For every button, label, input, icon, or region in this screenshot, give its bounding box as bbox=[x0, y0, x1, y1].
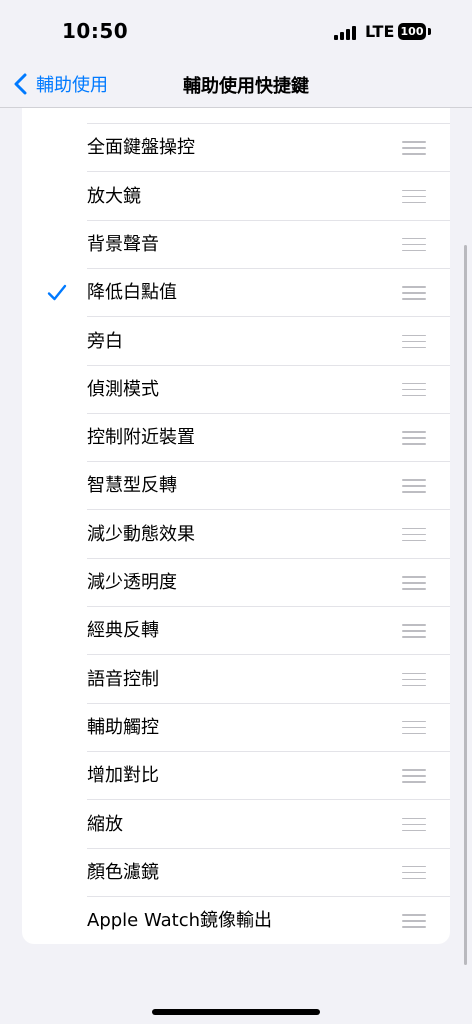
network-type: LTE bbox=[365, 22, 395, 41]
shortcut-row[interactable]: 顏色濾鏡 bbox=[22, 849, 450, 897]
shortcut-label: 全文字幕 bbox=[87, 107, 159, 124]
shortcut-label: 智慧型反轉 bbox=[87, 475, 177, 497]
shortcut-label: 偵測模式 bbox=[87, 378, 159, 400]
reorder-handle-icon[interactable] bbox=[402, 479, 426, 493]
status-bar: 10:50 LTE 100 bbox=[0, 0, 472, 62]
shortcut-label: 增加對比 bbox=[87, 765, 159, 787]
shortcut-label: 減少動態效果 bbox=[87, 523, 195, 545]
reorder-handle-icon[interactable] bbox=[402, 527, 426, 542]
shortcut-row[interactable]: 全文字幕 bbox=[22, 107, 450, 124]
reorder-handle-icon[interactable] bbox=[402, 189, 426, 204]
shortcut-label: 放大鏡 bbox=[87, 185, 141, 207]
shortcut-row[interactable]: 背景聲音 bbox=[22, 221, 450, 269]
shortcut-row[interactable]: 放大鏡 bbox=[22, 173, 450, 221]
cellular-signal-icon bbox=[334, 26, 356, 40]
shortcut-row[interactable]: 經典反轉 bbox=[22, 607, 450, 656]
shortcut-label: 輔助觸控 bbox=[87, 716, 159, 738]
shortcut-row[interactable]: 旁白 bbox=[22, 318, 450, 366]
reorder-handle-icon[interactable] bbox=[402, 672, 426, 687]
reorder-handle-icon[interactable] bbox=[402, 334, 426, 349]
shortcut-label: 旁白 bbox=[87, 330, 123, 352]
shortcut-list: 全文字幕全面鍵盤操控放大鏡背景聲音降低白點值旁白偵測模式控制附近裝置智慧型反轉減… bbox=[22, 107, 450, 944]
reorder-handle-icon[interactable] bbox=[402, 624, 426, 638]
shortcut-label: 顏色濾鏡 bbox=[87, 861, 159, 883]
status-time: 10:50 bbox=[62, 19, 129, 43]
shortcut-row[interactable]: 語音控制 bbox=[22, 656, 450, 704]
reorder-handle-icon[interactable] bbox=[402, 769, 426, 783]
reorder-handle-icon[interactable] bbox=[402, 237, 426, 252]
reorder-handle-icon[interactable] bbox=[402, 817, 426, 832]
reorder-handle-icon[interactable] bbox=[402, 286, 426, 300]
shortcut-label: 控制附近裝置 bbox=[87, 427, 195, 449]
shortcut-row[interactable]: 增加對比 bbox=[22, 752, 450, 801]
checkmark-icon bbox=[47, 284, 67, 301]
reorder-handle-icon[interactable] bbox=[402, 576, 426, 590]
reorder-handle-icon[interactable] bbox=[402, 865, 426, 880]
shortcut-label: 降低白點值 bbox=[87, 282, 177, 304]
shortcut-label: Apple Watch鏡像輸出 bbox=[87, 910, 273, 932]
shortcut-label: 經典反轉 bbox=[87, 620, 159, 642]
battery-icon: 100 bbox=[398, 23, 426, 40]
shortcut-label: 縮放 bbox=[87, 813, 123, 835]
scrollbar[interactable] bbox=[464, 245, 467, 965]
shortcut-row[interactable]: 偵測模式 bbox=[22, 366, 450, 414]
shortcut-row[interactable]: 控制附近裝置 bbox=[22, 414, 450, 463]
shortcut-row[interactable]: 縮放 bbox=[22, 801, 450, 849]
reorder-handle-icon[interactable] bbox=[402, 141, 426, 155]
shortcut-row[interactable]: Apple Watch鏡像輸出 bbox=[22, 897, 450, 944]
reorder-handle-icon[interactable] bbox=[402, 720, 426, 735]
shortcut-label: 語音控制 bbox=[87, 668, 159, 690]
shortcut-label: 全面鍵盤操控 bbox=[87, 137, 195, 159]
shortcut-list-container[interactable]: 全文字幕全面鍵盤操控放大鏡背景聲音降低白點值旁白偵測模式控制附近裝置智慧型反轉減… bbox=[0, 107, 472, 1024]
navigation-bar: 輔助使用 輔助使用快捷鍵 bbox=[0, 62, 472, 108]
shortcut-row[interactable]: 輔助觸控 bbox=[22, 704, 450, 752]
shortcut-row[interactable]: 減少動態效果 bbox=[22, 511, 450, 559]
page-title: 輔助使用快捷鍵 bbox=[183, 76, 309, 97]
reorder-handle-icon[interactable] bbox=[402, 431, 426, 445]
shortcut-label: 減少透明度 bbox=[87, 572, 177, 593]
home-indicator[interactable] bbox=[152, 1009, 320, 1015]
shortcut-row[interactable]: 降低白點值 bbox=[22, 269, 450, 318]
reorder-handle-icon[interactable] bbox=[402, 382, 426, 397]
reorder-handle-icon[interactable] bbox=[402, 914, 426, 928]
shortcut-row[interactable]: 減少透明度 bbox=[22, 559, 450, 607]
battery-tip bbox=[428, 28, 431, 35]
shortcut-row[interactable]: 全面鍵盤操控 bbox=[22, 124, 450, 173]
shortcut-label: 背景聲音 bbox=[87, 233, 159, 255]
shortcut-row[interactable]: 智慧型反轉 bbox=[22, 462, 450, 511]
